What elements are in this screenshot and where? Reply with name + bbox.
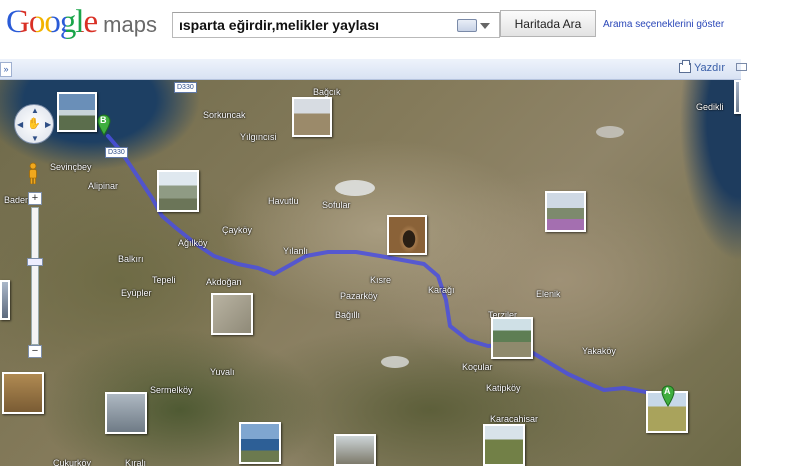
- photo-thumbnail-lake[interactable]: [57, 92, 97, 132]
- chevron-down-icon: [480, 22, 490, 29]
- pegman-icon[interactable]: [27, 162, 39, 184]
- place-label: Bağcık: [313, 87, 341, 97]
- zoom-slider-track[interactable]: [31, 207, 39, 345]
- photo-thumbnail-town[interactable]: [105, 392, 147, 434]
- pan-up-icon[interactable]: ▲: [31, 106, 39, 115]
- zoom-out-button[interactable]: −: [28, 345, 42, 358]
- virtual-keyboard-button[interactable]: [457, 16, 495, 35]
- photo-thumbnail-landscape[interactable]: [292, 97, 332, 137]
- search-options-link[interactable]: Arama seçeneklerini göster: [603, 19, 724, 30]
- pan-down-icon[interactable]: ▼: [31, 134, 39, 143]
- photo-thumbnail-shelter[interactable]: [491, 317, 533, 359]
- place-label: Sorkuncak: [203, 110, 246, 120]
- place-label: Sevinçbey: [50, 162, 92, 172]
- place-label: Ağılköy: [178, 238, 208, 248]
- map-canvas[interactable]: D330 D330 Bağcık Sorkuncak Yılgıncısi Se…: [0, 80, 741, 466]
- place-label: Kısre: [370, 275, 392, 285]
- place-label: Baden: [4, 195, 31, 205]
- pan-left-icon[interactable]: ◀: [17, 120, 23, 129]
- mail-icon[interactable]: [736, 63, 747, 71]
- print-link[interactable]: Yazdır: [679, 60, 725, 74]
- keyboard-icon: [457, 19, 477, 32]
- place-label: Karağı: [428, 285, 455, 295]
- place-label: Bağıllı: [335, 310, 361, 320]
- photo-thumbnail-edge[interactable]: [734, 80, 741, 114]
- search-input[interactable]: ısparta eğirdir,melikler yaylası: [172, 12, 500, 38]
- marker-letter: A: [664, 386, 671, 396]
- place-label: Çukurköy: [53, 458, 92, 466]
- place-label: Kıralı: [125, 458, 147, 466]
- place-label: Yuvalı: [210, 367, 235, 377]
- place-label: Balkırı: [118, 254, 144, 264]
- zoom-in-button[interactable]: +: [28, 192, 42, 205]
- road-shield: D330: [105, 147, 128, 158]
- collapse-panel-button[interactable]: »: [0, 62, 12, 77]
- place-label: Sermelköy: [150, 385, 193, 395]
- place-label: Yılgıncısi: [240, 132, 277, 142]
- place-label: Yılanlı: [283, 246, 309, 256]
- road-shield: D330: [174, 82, 197, 93]
- google-maps-logo[interactable]: Google maps: [6, 4, 157, 44]
- print-label: Yazdır: [694, 62, 725, 74]
- snow-patch: [596, 126, 624, 138]
- place-label: Pazarköy: [340, 291, 378, 301]
- google-wordmark: Google: [6, 4, 98, 40]
- photo-thumbnail-meadow[interactable]: [483, 424, 525, 466]
- place-label: Koçular: [462, 362, 493, 372]
- maps-wordmark: maps: [103, 12, 157, 37]
- place-label: Tepeli: [152, 275, 176, 285]
- place-label: Havutlu: [268, 196, 299, 206]
- route-marker-end[interactable]: B: [97, 114, 111, 136]
- place-label: Yakaköy: [582, 346, 616, 356]
- route-marker-start[interactable]: A: [661, 385, 675, 407]
- photo-thumbnail-flowers[interactable]: [545, 191, 586, 232]
- zoom-slider-handle[interactable]: [27, 258, 43, 266]
- hand-icon: ✋: [27, 118, 41, 130]
- place-label: Sofular: [322, 200, 351, 210]
- photo-thumbnail-village[interactable]: [2, 372, 44, 414]
- marker-letter: B: [100, 115, 107, 125]
- photo-thumbnail-rocks[interactable]: [334, 434, 376, 466]
- place-label: Elenik: [536, 289, 561, 299]
- photo-thumbnail-cave[interactable]: [387, 215, 427, 255]
- pan-control[interactable]: ▲ ▼ ◀ ▶ ✋: [14, 104, 54, 144]
- photo-thumbnail-field[interactable]: [211, 293, 253, 335]
- map-toolbar: » Yazdır: [0, 59, 747, 80]
- place-label: Eyüpler: [121, 288, 152, 298]
- printer-icon: [679, 60, 692, 73]
- place-label: Katipköy: [486, 383, 521, 393]
- photo-thumbnail-road[interactable]: [157, 170, 199, 212]
- place-label: Karacahisar: [490, 414, 539, 424]
- place-label: Çayköy: [222, 225, 253, 235]
- snow-patch: [335, 180, 375, 196]
- photo-thumbnail-edge[interactable]: [0, 280, 10, 320]
- pan-right-icon[interactable]: ▶: [45, 120, 51, 129]
- place-label: Gedikli: [696, 102, 724, 112]
- search-query-text: ısparta eğirdir,melikler yaylası: [179, 17, 380, 33]
- place-label: Akdoğan: [206, 277, 242, 287]
- snow-patch: [381, 356, 409, 368]
- place-label: Alipinar: [88, 181, 119, 191]
- search-map-button[interactable]: Haritada Ara: [500, 10, 596, 37]
- photo-thumbnail-lakeside[interactable]: [239, 422, 281, 464]
